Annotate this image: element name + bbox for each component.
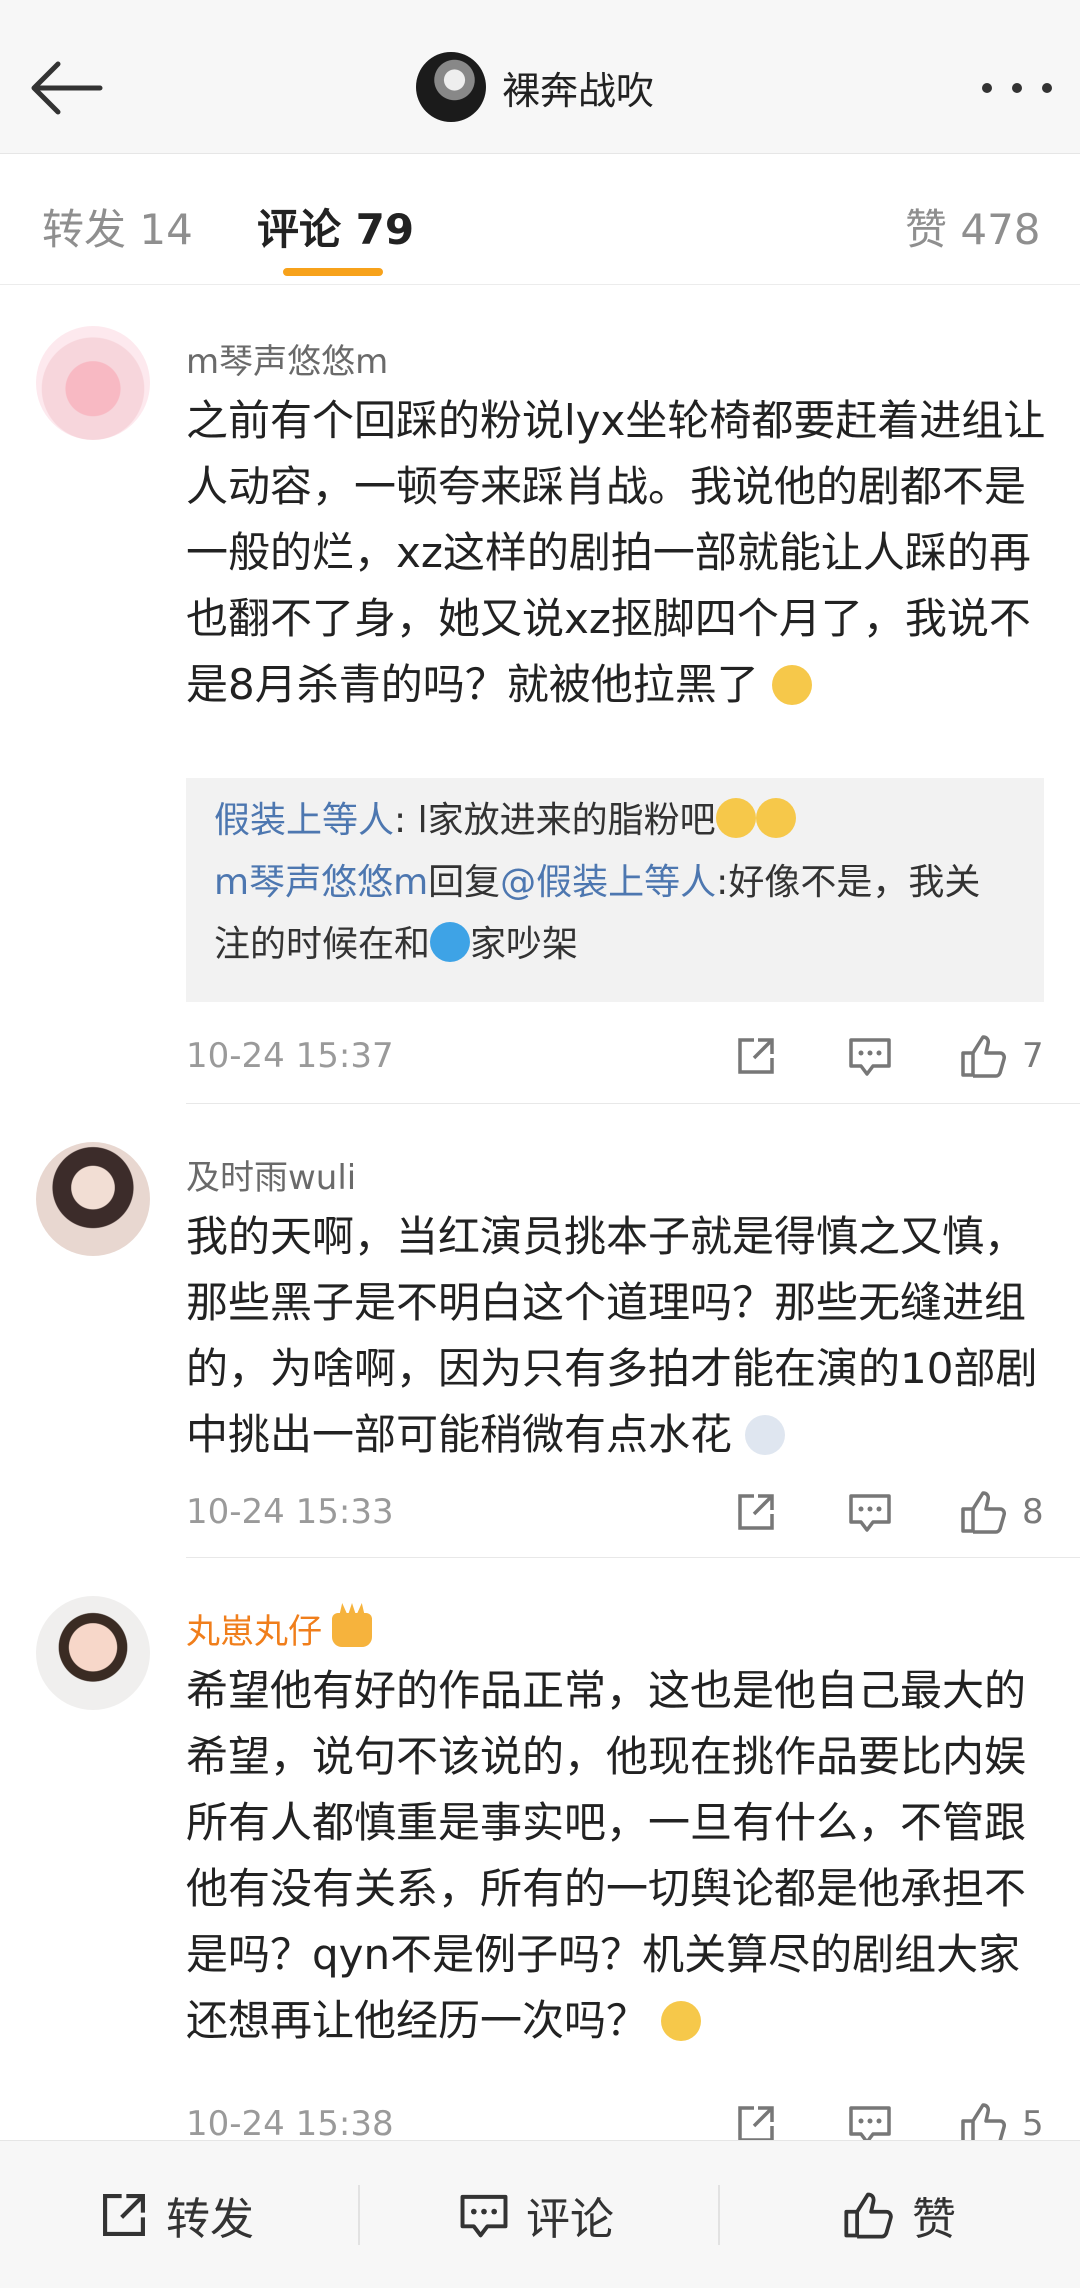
cat-emoji-icon <box>715 798 756 838</box>
more-dots-icon[interactable] <box>982 70 1052 106</box>
shocked-emoji-icon <box>745 1415 786 1455</box>
back-arrow-icon <box>31 61 103 115</box>
avatar[interactable] <box>36 326 150 440</box>
reply-separator: : <box>716 862 729 903</box>
reply-verb: 回复 <box>428 862 501 903</box>
comment-text: 我的天啊，当红演员挑本子就是得慎之又慎，那些黑子是不明白这个道理吗？那些无缝进组… <box>186 1204 1046 1468</box>
separator <box>358 2185 360 2245</box>
separator <box>718 2185 720 2245</box>
comment-text: 之前有个回踩的粉说lyx坐轮椅都要赶着进组让人动容，一顿夸来踩肖战。我说他的剧都… <box>186 388 1046 718</box>
share-icon[interactable] <box>726 1026 786 1086</box>
comment-time: 10-24 15:38 <box>186 2104 394 2144</box>
laugh-cry-emoji-icon <box>772 665 813 705</box>
comment-username[interactable]: 及时雨wuli <box>186 1150 356 1199</box>
like-icon[interactable] <box>954 1026 1014 1086</box>
share-icon[interactable] <box>726 1482 786 1542</box>
smirk-emoji-icon <box>661 2001 702 2041</box>
reply-text: l家放进来的脂粉吧 <box>417 800 716 841</box>
like-label: 赞 <box>912 2193 956 2245</box>
page-title-group[interactable]: 裸奔战吹 <box>416 52 654 122</box>
comment-meta: 10-24 15:37 7 <box>186 1026 1056 1086</box>
like-count: 8 <box>1022 1492 1044 1532</box>
comment-body: 希望他有好的作品正常，这也是他自己最大的希望，说句不该说的，他现在挑作品要比内娱… <box>186 1666 1027 2045</box>
comment-body: 之前有个回踩的粉说lyx坐轮椅都要赶着进组让人动容，一顿夸来踩肖战。我说他的剧都… <box>186 396 1046 709</box>
like-count: 5 <box>1022 2104 1044 2144</box>
fish-emoji-icon <box>430 922 471 962</box>
reply-mention[interactable]: @假装上等人 <box>500 862 716 903</box>
username-text: 丸崽丸仔 <box>186 1612 322 1652</box>
comment-text: 希望他有好的作品正常，这也是他自己最大的希望，说句不该说的，他现在挑作品要比内娱… <box>186 1658 1046 2054</box>
comment-meta: 10-24 15:33 8 <box>186 1482 1056 1542</box>
cat-emoji-icon <box>755 798 796 838</box>
divider <box>186 1103 1080 1104</box>
like-icon[interactable] <box>954 1482 1014 1542</box>
comment-username[interactable]: m琴声悠悠m <box>186 334 388 383</box>
like-count: 7 <box>1022 1036 1044 1076</box>
reply-text-tail: 家吵架 <box>470 924 579 965</box>
reply-line: m琴声悠悠m回复@假装上等人:好像不是，我关注的时候在和 家吵架 <box>214 852 1016 976</box>
bottom-action-bar: 转发 评论 赞 <box>0 2140 1080 2288</box>
reply-line: 假装上等人: l家放进来的脂粉吧 <box>214 790 1016 852</box>
reply-icon[interactable] <box>840 1026 900 1086</box>
back-button[interactable] <box>28 58 104 118</box>
reply-separator: : <box>394 800 418 841</box>
reply-username[interactable]: 假装上等人 <box>214 800 394 841</box>
active-tab-indicator <box>283 268 383 276</box>
comment-body: 我的天啊，当红演员挑本子就是得慎之又慎，那些黑子是不明白这个道理吗？那些无缝进组… <box>186 1212 1038 1459</box>
tab-bar: 转发 14 评论 79 赞 478 <box>0 154 1080 285</box>
tab-repost[interactable]: 转发 14 <box>42 196 193 257</box>
reply-icon[interactable] <box>840 1482 900 1542</box>
comment-username[interactable]: 丸崽丸仔 <box>186 1604 372 1653</box>
tab-likes[interactable]: 赞 478 <box>905 196 1041 257</box>
like-icon <box>844 2192 893 2238</box>
reply-thread[interactable]: 假装上等人: l家放进来的脂粉吧 m琴声悠悠m回复@假装上等人:好像不是，我关注… <box>186 778 1044 1002</box>
like-button[interactable]: 赞 <box>842 2141 956 2288</box>
avatar[interactable] <box>36 1596 150 1710</box>
share-icon <box>103 2193 145 2236</box>
repost-label: 转发 <box>166 2193 254 2245</box>
page-title: 裸奔战吹 <box>502 68 655 113</box>
comment-time: 10-24 15:37 <box>186 1036 394 1076</box>
tab-comments[interactable]: 评论 79 <box>257 196 414 257</box>
reply-username[interactable]: m琴声悠悠m <box>214 862 428 903</box>
comment-icon <box>460 2194 508 2237</box>
avatar[interactable] <box>36 1142 150 1256</box>
crown-badge-icon <box>332 1613 372 1647</box>
comment-button[interactable]: 评论 <box>458 2141 614 2288</box>
top-bar: 裸奔战吹 <box>0 0 1080 154</box>
comment-label: 评论 <box>526 2193 614 2245</box>
divider <box>186 1557 1080 1558</box>
author-avatar <box>416 52 486 122</box>
repost-button[interactable]: 转发 <box>98 2141 254 2288</box>
comment-time: 10-24 15:33 <box>186 1492 394 1532</box>
